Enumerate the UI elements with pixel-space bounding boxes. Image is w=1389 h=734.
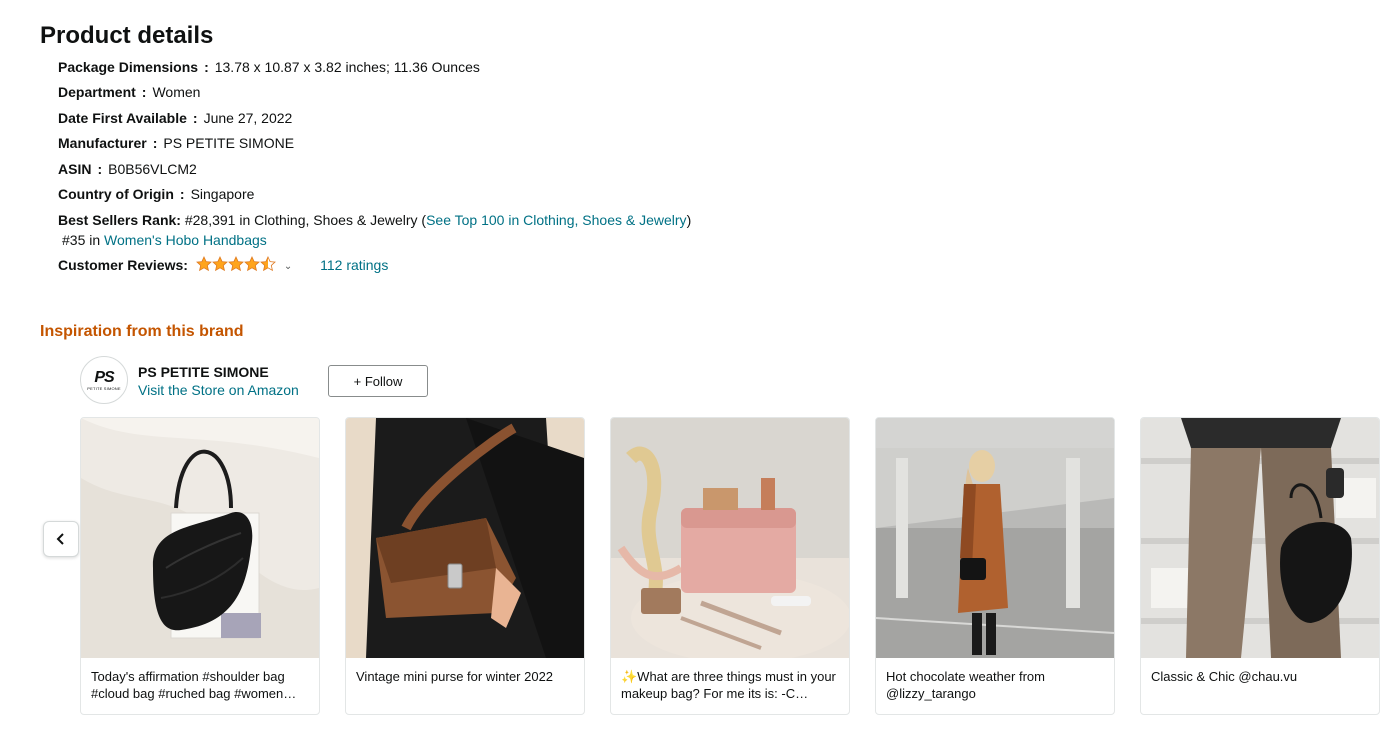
detail-value: Singapore [190,186,255,202]
inspiration-card[interactable]: Vintage mini purse for winter 2022 [345,417,585,715]
rank-text: #28,391 in Clothing, Shoes & Jewelry ( [184,212,427,228]
visit-store-link[interactable]: Visit the Store on Amazon [138,382,299,398]
inspiration-card[interactable]: CEREA Today's affirmation #shoulder bag … [80,417,320,715]
card-caption: Vintage mini purse for winter 2022 [356,669,554,684]
card-image-woman-brown-coat [876,418,1114,658]
card-caption: Hot chocolate weather from @lizzy_tarang… [886,669,1045,701]
detail-key: Manufacturer [58,135,147,151]
detail-row-date-first-available: Date First Available: June 27, 2022 [58,110,293,126]
hobo-handbags-link[interactable]: Women's Hobo Handbags [104,232,267,248]
detail-value: Women [152,84,201,100]
follow-button[interactable]: + Follow [328,365,428,397]
chevron-down-icon[interactable]: ⌄ [284,257,292,277]
detail-value: 13.78 x 10.87 x 3.82 inches; 11.36 Ounce… [214,59,480,75]
detail-key: Customer Reviews: [58,257,188,273]
detail-row-country-of-origin: Country of Origin: Singapore [58,186,255,202]
brand-logo-mark: PS [94,368,114,386]
card-caption: Classic & Chic @chau.vu [1151,669,1298,684]
brand-logo-subtext: PETITE SIMONE [87,385,121,391]
inspiration-card[interactable]: Hot chocolate weather from @lizzy_tarang… [875,417,1115,715]
star-rating-icon[interactable] [196,256,276,272]
detail-key: Department [58,84,136,100]
ratings-link[interactable]: 112 ratings [320,257,388,273]
detail-value: PS PETITE SIMONE [163,135,295,151]
card-image-black-shoulder-bag: CEREA [81,418,319,658]
detail-key: Date First Available [58,110,187,126]
rank-text: #35 in [62,232,105,248]
brand-name: PS PETITE SIMONE [138,364,269,380]
product-details-title: Product details [40,22,214,49]
detail-row-department: Department: Women [58,84,201,100]
inspiration-card[interactable]: ✨What are three things must in your make… [610,417,850,715]
rank-close: ) [686,212,692,228]
card-image-pink-makeup-bag [611,418,849,658]
card-image-brown-trousers-bag [1141,418,1379,658]
detail-row-manufacturer: Manufacturer: PS PETITE SIMONE [58,135,295,151]
card-image-brown-shoulder-bag [346,418,584,658]
top-100-link[interactable]: See Top 100 in Clothing, Shoes & Jewelry [426,212,686,228]
detail-key: Best Sellers Rank: [58,212,181,228]
detail-key: Country of Origin [58,186,174,202]
inspiration-title: Inspiration from this brand [40,323,244,340]
customer-reviews: Customer Reviews: ⌄ 112 ratings [58,255,388,277]
detail-row-asin: ASIN: B0B56VLCM2 [58,161,197,177]
detail-row-package-dimensions: Package Dimensions:13.78 x 10.87 x 3.82 … [58,59,480,75]
detail-value: B0B56VLCM2 [108,161,197,177]
detail-key: Package Dimensions [58,59,199,75]
carousel-prev-button[interactable] [43,521,79,557]
best-sellers-subrank: #35 in Women's Hobo Handbags [62,230,267,250]
detail-key: ASIN [58,161,92,177]
brand-logo[interactable]: PS PETITE SIMONE [80,356,128,404]
best-sellers-rank: Best Sellers Rank: #28,391 in Clothing, … [58,210,691,230]
chevron-left-icon [56,533,64,545]
card-caption: Today's affirmation #shoulder bag #cloud… [91,669,297,701]
inspiration-card[interactable]: Classic & Chic @chau.vu [1140,417,1380,715]
detail-value: June 27, 2022 [203,110,293,126]
card-caption: ✨What are three things must in your make… [621,669,836,701]
